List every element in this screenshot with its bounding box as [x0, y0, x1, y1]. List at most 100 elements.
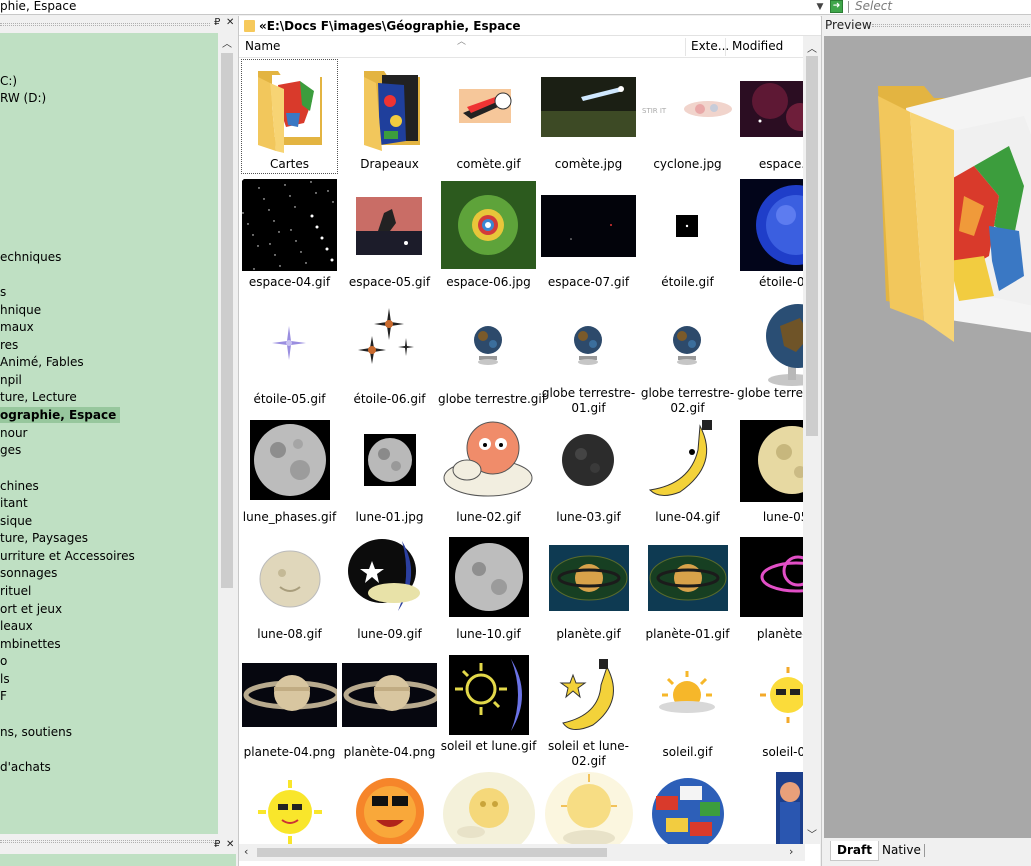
tree-item[interactable]: ture, Lecture	[0, 389, 77, 405]
tree-item[interactable]: chines	[0, 478, 39, 494]
file-thumbnail[interactable]: planète-01.gif	[639, 529, 736, 644]
file-thumbnail[interactable]: comète.gif	[440, 59, 537, 174]
file-thumbnail[interactable]: Cartes	[241, 59, 338, 174]
tree-scrollbar[interactable]: ︿ ﹀	[218, 33, 236, 848]
tree-item[interactable]: ges	[0, 442, 21, 458]
folder-path[interactable]: «E:\Docs F\images\Géographie, Espace	[259, 19, 521, 33]
column-separator[interactable]	[685, 38, 686, 56]
file-thumbnail[interactable]: lune-03.gif	[540, 412, 637, 527]
tree-item[interactable]: Animé, Fables	[0, 354, 84, 370]
tree-item[interactable]: hnique	[0, 302, 41, 318]
file-thumbnail[interactable]: comète.jpg	[540, 59, 637, 174]
file-thumbnail[interactable]: STIR IT cyclone.jpg	[639, 59, 736, 174]
pin-icon[interactable]: ₽	[214, 17, 220, 28]
go-icon[interactable]: ➜	[830, 0, 843, 13]
tree-item[interactable]: npil	[0, 372, 22, 388]
file-thumbnail[interactable]: lune-09.gif	[341, 529, 438, 644]
file-thumbnail[interactable]: espace-04.gif	[241, 177, 338, 292]
tree-item[interactable]: sique	[0, 513, 32, 529]
tree-item[interactable]: mbinettes	[0, 636, 61, 652]
file-thumbnail[interactable]: étoile-02.	[739, 177, 803, 292]
address-bar[interactable]: phie, Espace ▼ ➜ Select	[0, 0, 1031, 15]
tree-item[interactable]: ls	[0, 671, 10, 687]
list-horizontal-scrollbar[interactable]: ‹ ›	[239, 844, 805, 861]
tree-item[interactable]: s	[0, 284, 6, 300]
file-thumbnail[interactable]	[739, 764, 803, 844]
close-icon[interactable]: ✕	[226, 17, 234, 28]
scroll-up-icon[interactable]: ︿	[218, 35, 236, 50]
file-thumbnail[interactable]: planète.gif	[540, 529, 637, 644]
scroll-left-icon[interactable]: ‹	[244, 845, 248, 858]
tree-item[interactable]: ns, soutiens	[0, 724, 72, 740]
tree-item[interactable]: ture, Paysages	[0, 530, 88, 546]
file-thumbnail[interactable]: espace.jp	[739, 59, 803, 174]
tree-item[interactable]: rituel	[0, 583, 31, 599]
column-name[interactable]: Name	[245, 39, 280, 53]
file-thumbnail[interactable]: lune-08.gif	[241, 529, 338, 644]
file-thumbnail[interactable]	[341, 764, 438, 844]
file-thumbnail[interactable]	[440, 764, 537, 844]
column-modified[interactable]: Modified	[732, 39, 783, 53]
tree-item[interactable]: maux	[0, 319, 34, 335]
tree-item[interactable]: RW (D:)	[0, 90, 46, 106]
tree-item[interactable]: urriture et Accessoires	[0, 548, 135, 564]
file-thumbnail[interactable]: planète-0.	[739, 529, 803, 644]
file-thumbnail[interactable]: globe terrestre-02.gif	[639, 294, 736, 415]
file-thumbnail[interactable]: espace-06.jpg	[440, 177, 537, 292]
tree-item[interactable]: leaux	[0, 618, 33, 634]
file-thumbnail[interactable]: lune-02.gif	[440, 412, 537, 527]
pin-icon[interactable]: ₽	[214, 839, 220, 850]
file-thumbnail[interactable]: globe terrestre-0	[737, 294, 803, 409]
tab-draft[interactable]: Draft	[830, 841, 879, 861]
file-thumbnail[interactable]: étoile.gif	[639, 177, 736, 292]
tree-item[interactable]: nour	[0, 425, 28, 441]
thumbnail-grid[interactable]: Cartes Drapeaux comète.gif comète.jpg STIR I…	[241, 59, 803, 844]
file-thumbnail[interactable]: Drapeaux	[341, 59, 438, 174]
file-thumbnail[interactable]: soleil.gif	[639, 647, 736, 762]
tree-item[interactable]: C:)	[0, 73, 17, 89]
tree-item[interactable]: echniques	[0, 249, 61, 265]
column-extension[interactable]: Exte...	[691, 39, 729, 53]
file-thumbnail[interactable]: planète-04.png	[341, 647, 438, 762]
file-thumbnail[interactable]: lune-01.jpg	[341, 412, 438, 527]
scroll-down-icon[interactable]: ﹀	[803, 826, 821, 841]
address-path[interactable]: phie, Espace	[0, 0, 76, 13]
folder-tree[interactable]: C:) RW (D:) echniques s hnique maux res Animé,…	[0, 33, 218, 848]
tree-item[interactable]: o	[0, 653, 7, 669]
file-thumbnail[interactable]: lune_phases.gif	[241, 412, 338, 527]
file-thumbnail[interactable]: soleil et lune.gif	[440, 647, 537, 762]
tree-item[interactable]: d'achats	[0, 759, 51, 775]
file-thumbnail[interactable]: étoile-06.gif	[341, 294, 438, 409]
scroll-thumb[interactable]	[221, 53, 233, 588]
column-separator[interactable]	[725, 38, 726, 56]
address-dropdown-icon[interactable]: ▼	[814, 0, 826, 14]
file-thumbnail[interactable]: espace-05.gif	[341, 177, 438, 292]
tree-item[interactable]: itant	[0, 495, 28, 511]
scroll-thumb[interactable]	[806, 56, 818, 436]
file-thumbnail[interactable]: soleil-02	[739, 647, 803, 762]
file-thumbnail[interactable]	[639, 764, 736, 844]
tree-item[interactable]: F	[0, 688, 7, 704]
file-thumbnail[interactable]: lune-04.gif	[639, 412, 736, 527]
file-thumbnail[interactable]: globe terrestre.gif	[438, 294, 546, 409]
scroll-up-icon[interactable]: ︿	[803, 40, 821, 55]
file-thumbnail[interactable]: lune-10.gif	[440, 529, 537, 644]
file-thumbnail[interactable]: globe terrestre-01.gif	[540, 294, 637, 415]
select-field[interactable]: Select	[855, 0, 892, 13]
file-thumbnail[interactable]	[241, 764, 338, 844]
folder-path-bar[interactable]: «E:\Docs F\images\Géographie, Espace	[239, 17, 821, 36]
tree-item[interactable]: sonnages	[0, 565, 57, 581]
list-vertical-scrollbar[interactable]: ︿ ﹀	[803, 36, 821, 844]
file-thumbnail[interactable]: étoile-05.gif	[241, 294, 338, 409]
scroll-thumb[interactable]	[257, 848, 607, 857]
tree-item[interactable]: ographie, Espace	[0, 407, 121, 423]
tree-item[interactable]: ort et jeux	[0, 601, 62, 617]
file-thumbnail[interactable]: lune-05.	[739, 412, 803, 527]
scroll-right-icon[interactable]: ›	[789, 845, 793, 858]
file-thumbnail[interactable]: planete-04.png	[241, 647, 338, 762]
file-thumbnail[interactable]	[540, 764, 637, 844]
file-thumbnail[interactable]: soleil et lune-02.gif	[540, 647, 637, 768]
tree-item[interactable]: res	[0, 337, 18, 353]
close-icon[interactable]: ✕	[226, 839, 234, 850]
file-thumbnail[interactable]: espace-07.gif	[540, 177, 637, 292]
